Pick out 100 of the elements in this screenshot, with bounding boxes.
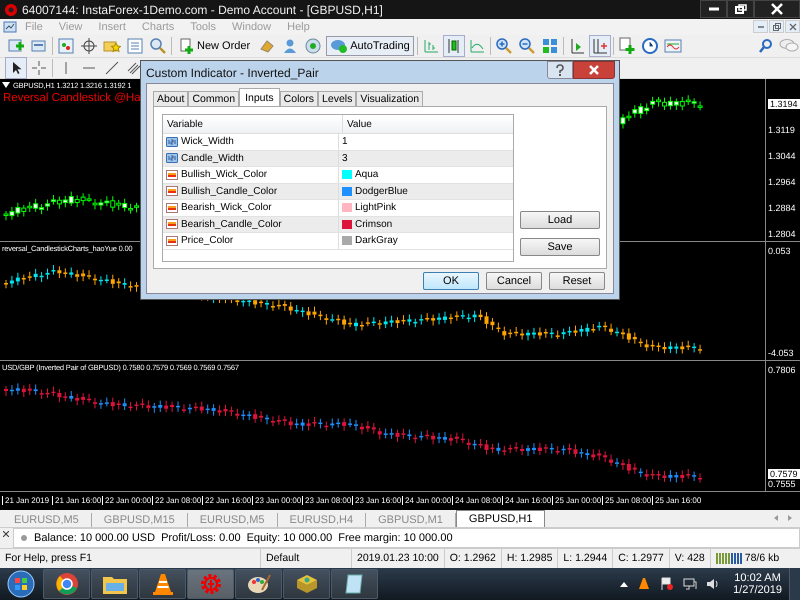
app-logo-icon xyxy=(3,2,19,18)
time-label: 21 Jan 16:00 xyxy=(52,496,102,506)
variable-value[interactable]: DodgerBlue xyxy=(355,186,408,197)
taskbar-button[interactable] xyxy=(331,569,378,599)
window-title: 64007144: InstaForex-1Demo.com - Demo Account - [GBPUSD,H1] xyxy=(22,2,383,17)
time-label: 24 Jan 00:00 xyxy=(402,496,452,506)
taskbar-button[interactable] xyxy=(43,569,90,599)
magnifier-icon[interactable] xyxy=(148,36,168,56)
traffic-cone-icon xyxy=(150,572,174,596)
candle-chart-icon[interactable] xyxy=(444,36,464,56)
account-value: Free margin: 10 000.00 xyxy=(338,532,453,544)
variable-value[interactable]: Aqua xyxy=(355,169,378,180)
account-value: Balance: 10 000.00 USD xyxy=(34,532,156,544)
dialog-tab[interactable]: About xyxy=(153,91,188,106)
time-label: 23 Jan 08:00 xyxy=(302,496,352,506)
colored-circle-icon xyxy=(54,572,78,596)
variable-name: Candle_Width xyxy=(181,152,244,164)
price-label: 1.2804 xyxy=(768,228,797,239)
question-mark-icon xyxy=(555,64,565,76)
close-button[interactable] xyxy=(754,0,800,18)
minimize-icon xyxy=(756,26,764,28)
close-icon[interactable] xyxy=(3,530,9,537)
variable-value[interactable]: Crimson xyxy=(355,218,392,230)
column-header[interactable]: Variable xyxy=(163,115,343,133)
variable-value[interactable]: 1 xyxy=(342,136,348,148)
indicator-label: Reversal Candlestick @Ha xyxy=(3,92,141,104)
time-label: 22 Jan 00:00 xyxy=(102,496,152,506)
color-type-icon xyxy=(166,218,178,230)
new-order-button[interactable]: New Order xyxy=(175,36,254,56)
restore-icon xyxy=(734,4,746,14)
color-square-icon[interactable] xyxy=(56,36,76,56)
color-type-icon xyxy=(166,202,178,214)
account-value: Profit/Loss: 0.00 xyxy=(161,532,241,544)
indicator-add-icon[interactable] xyxy=(616,36,637,56)
dialog-title: Custom Indicator - Inverted_Pair xyxy=(146,66,319,80)
variable-name: Price_Color xyxy=(181,235,234,246)
dialog-tab[interactable]: Levels xyxy=(318,91,356,106)
dialog-button[interactable]: OK xyxy=(423,272,479,290)
autotrading-button[interactable]: AutoTrading xyxy=(326,36,414,56)
color-type-icon xyxy=(166,185,178,198)
flag-icon[interactable] xyxy=(660,577,674,591)
time-label: 23 Jan 16:00 xyxy=(352,496,402,506)
time-label: 25 Jan 00:00 xyxy=(552,496,602,506)
search-icon[interactable] xyxy=(757,36,775,55)
time-label: 23 Jan 00:00 xyxy=(252,496,302,506)
document-plus-icon xyxy=(179,38,195,54)
dialog-button[interactable]: Reset xyxy=(549,272,605,290)
clock-date[interactable]: 1/27/2019 xyxy=(733,584,782,596)
variable-value[interactable]: DarkGray xyxy=(355,235,398,246)
dialog-button[interactable]: Cancel xyxy=(486,272,542,290)
taskbar-button[interactable] xyxy=(139,569,186,599)
taskbar-button[interactable] xyxy=(235,569,282,599)
shift-chart-icon[interactable] xyxy=(590,36,610,56)
time-label: 24 Jan 08:00 xyxy=(452,496,502,506)
palette-icon xyxy=(246,572,272,596)
time-label: 22 Jan 08:00 xyxy=(152,496,202,506)
taskbar-button[interactable] xyxy=(283,569,330,599)
dialog-button[interactable]: Save xyxy=(520,238,600,256)
time-label: 25 Jan 16:00 xyxy=(652,496,702,506)
price-label: -4.053 xyxy=(768,348,795,358)
variable-name: Bearish_Candle_Color xyxy=(181,218,282,230)
variable-value[interactable]: 3 xyxy=(342,152,348,164)
close-icon xyxy=(788,22,796,31)
clock-icon[interactable] xyxy=(640,36,660,56)
dialog-tab[interactable]: Visualization xyxy=(356,91,424,106)
dialog-button[interactable]: Load xyxy=(520,211,600,229)
variable-name: Bullish_Wick_Color xyxy=(181,169,268,180)
dialog-tab[interactable]: Inputs xyxy=(239,88,280,106)
chart-tab[interactable]: GBPUSD,H1 xyxy=(456,510,546,527)
dialog-tab[interactable]: Common xyxy=(188,91,240,106)
variable-value[interactable]: LightPink xyxy=(355,202,396,214)
navigator-icon[interactable] xyxy=(125,36,145,56)
time-label: 21 Jan 2019 xyxy=(2,496,52,506)
help-button[interactable] xyxy=(547,61,573,79)
time-label: 25 Jan 08:00 xyxy=(602,496,652,506)
network-icon[interactable] xyxy=(683,577,698,591)
traffic-cone-icon[interactable] xyxy=(637,577,652,591)
minimize-button[interactable] xyxy=(700,0,727,18)
variable-name: Bullish_Candle_Color xyxy=(181,186,278,197)
column-header[interactable]: Value xyxy=(343,115,372,133)
taskbar-button[interactable] xyxy=(91,569,138,599)
price-label: 1.2964 xyxy=(768,176,797,187)
dot-icon xyxy=(20,534,28,542)
variable-name: Wick_Width xyxy=(181,136,234,148)
close-button[interactable] xyxy=(573,61,615,79)
clock-time[interactable]: 10:02 AM xyxy=(734,572,781,584)
zoom-out-icon[interactable] xyxy=(516,36,537,56)
crosshair-icon[interactable] xyxy=(79,36,99,56)
zoom-in-icon[interactable] xyxy=(494,36,514,56)
minimize-icon xyxy=(708,7,720,11)
dialog-tab[interactable]: Colors xyxy=(280,91,318,106)
close-icon xyxy=(587,65,601,75)
current-price-label: 0.7579 xyxy=(768,468,800,479)
signal-circle-icon[interactable] xyxy=(303,36,324,56)
show-hidden-icons-icon[interactable] xyxy=(620,581,628,587)
price-label: 0.7806 xyxy=(768,364,797,375)
speaker-icon[interactable] xyxy=(706,577,720,591)
number-type-icon xyxy=(166,136,178,148)
restore-button[interactable] xyxy=(727,0,754,18)
dropdown-triangle-icon[interactable] xyxy=(2,82,10,88)
